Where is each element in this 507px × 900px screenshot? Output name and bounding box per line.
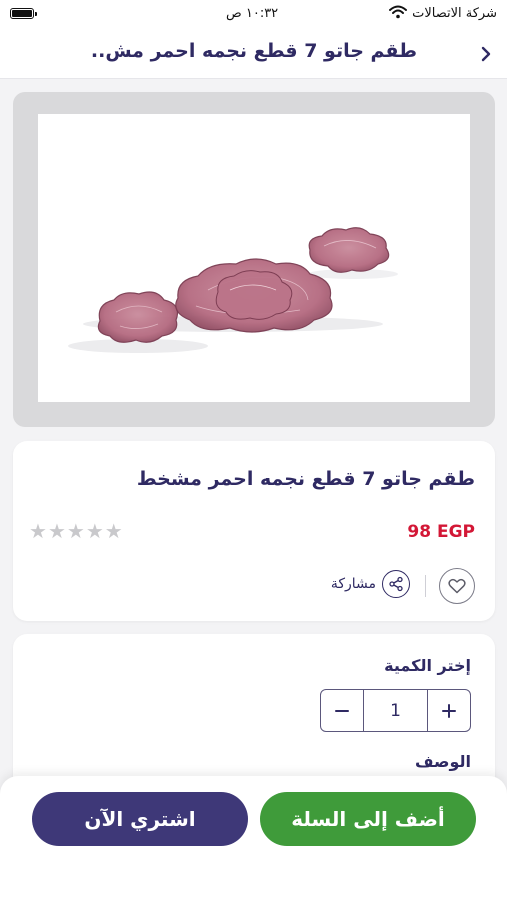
status-bar: شركة الاتصالات ١٠:٣٢ ص: [0, 0, 507, 30]
product-image-frame: [13, 92, 495, 427]
star-icon: ★: [104, 519, 123, 543]
bottom-action-bar: أضف إلى السلة اشتري الآن: [0, 776, 507, 900]
quantity-stepper: 1: [320, 689, 471, 732]
add-to-cart-button[interactable]: أضف إلى السلة: [260, 792, 476, 846]
plus-icon: [442, 703, 456, 718]
favorite-button[interactable]: [439, 568, 475, 604]
decrease-quantity-button[interactable]: [321, 690, 363, 731]
wifi-icon: [389, 5, 407, 23]
star-icon: ★: [85, 519, 104, 543]
heart-icon: [448, 578, 466, 594]
product-image[interactable]: [38, 114, 470, 402]
star-icon: ★: [29, 519, 47, 543]
share-label: مشاركة: [330, 576, 376, 592]
star-icon: ★: [66, 519, 85, 543]
product-info-card: طقم جاتو 7 قطع نجمه احمر مشخط 98 EGP ★ ★…: [13, 441, 495, 621]
clock: ١٠:٣٢ ص: [226, 6, 279, 21]
star-icon: ★: [47, 519, 66, 543]
product-price: 98 EGP: [407, 522, 475, 542]
description-label: الوصف: [414, 752, 471, 771]
back-chevron-icon[interactable]: [473, 40, 499, 68]
page-title: طقم جاتو 7 قطع نجمه احمر مش..: [90, 40, 417, 62]
quantity-value[interactable]: 1: [363, 690, 428, 731]
rating-stars: ★ ★ ★ ★ ★: [29, 521, 123, 541]
battery-icon: [10, 8, 37, 19]
share-icon: [382, 570, 410, 598]
increase-quantity-button[interactable]: [428, 690, 470, 731]
buy-now-button[interactable]: اشتري الآن: [32, 792, 248, 846]
share-button[interactable]: مشاركة: [331, 570, 410, 598]
product-name: طقم جاتو 7 قطع نجمه احمر مشخط: [136, 468, 475, 490]
carrier-name: شركة الاتصالات: [412, 6, 497, 21]
minus-icon: [335, 709, 349, 712]
action-divider: [425, 575, 426, 597]
top-nav-bar: طقم جاتو 7 قطع نجمه احمر مش..: [0, 30, 507, 79]
quantity-label: إختر الكمية: [384, 656, 471, 675]
